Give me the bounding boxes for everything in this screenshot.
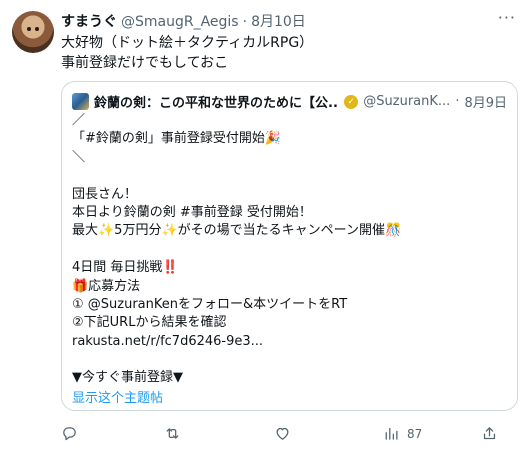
quoted-line: ／	[72, 113, 86, 128]
avatar-eye	[35, 27, 39, 31]
share-icon	[483, 427, 496, 440]
tweet-date[interactable]: 8月10日	[251, 11, 306, 31]
like-button[interactable]	[274, 425, 299, 442]
views-count: 87	[407, 426, 423, 441]
views-button[interactable]: 87	[382, 425, 422, 442]
action-bar: 87	[61, 425, 518, 449]
quoted-tweet[interactable]: 鈴蘭の剣：この平和な世界のために【公... ✓ @SuzuranK... · 8…	[61, 81, 518, 411]
reply-button[interactable]	[61, 425, 86, 442]
tweet-text: 大好物（ドット絵＋タクティカルRPG） 事前登録だけでもしておこ	[61, 33, 313, 73]
display-name[interactable]: すまうぐ	[61, 11, 117, 31]
quoted-line	[72, 241, 401, 259]
tweet-text-line: 事前登録だけでもしておこ	[61, 55, 229, 71]
quoted-line: ① @SuzuranKenをフォロー&本ツイートをRT	[72, 296, 348, 312]
quoted-line: ②下記URLから結果を確認	[72, 315, 227, 331]
heart-icon	[276, 427, 289, 440]
quoted-line: ＼	[72, 149, 86, 165]
quoted-line: ▼今すぐ事前登録▼	[72, 370, 183, 386]
quoted-line: rakusta.net/r/fc7d6246-9e3...	[72, 333, 264, 349]
quoted-line: 4日間 毎日挑戦‼️	[72, 260, 179, 276]
quoted-line: 「#鈴蘭の剣」事前登録受付開始🎉	[72, 131, 282, 147]
reply-icon	[63, 427, 76, 441]
tweet-text-line: 大好物（ドット絵＋タクティカルRPG）	[61, 35, 314, 51]
quoted-tweet-text: ／ 「#鈴蘭の剣」事前登録受付開始🎉 ＼ 団長さん！ 本日より鈴蘭の剣 #事前登…	[72, 112, 401, 388]
quoted-handle: @SuzuranK...	[363, 94, 451, 109]
tweet-header: すまうぐ @SmaugR_Aegis · 8月10日	[61, 11, 490, 31]
quoted-date: 8月9日	[464, 96, 507, 111]
quoted-line: 🎁応募方法	[72, 278, 141, 294]
quoted-line: 最大✨5万円分✨がその場で当たるキャンペーン開催🎊	[72, 223, 402, 239]
views-chart-icon	[385, 427, 398, 440]
separator: ·	[455, 94, 460, 109]
quoted-avatar	[72, 93, 89, 110]
show-thread-link[interactable]: 显示这个主题帖	[72, 387, 163, 406]
more-options-icon[interactable]: ···	[498, 8, 516, 27]
quoted-line: 団長さん！	[72, 186, 138, 202]
user-handle[interactable]: @SmaugR_Aegis	[121, 14, 239, 30]
retweet-icon	[166, 428, 179, 439]
retweet-button[interactable]	[164, 425, 189, 442]
share-button[interactable]	[481, 425, 498, 442]
quoted-display-name: 鈴蘭の剣：この平和な世界のために【公...	[94, 96, 340, 111]
quoted-line	[72, 351, 401, 369]
separator: ·	[242, 14, 248, 30]
quoted-line	[72, 167, 401, 185]
avatar[interactable]	[12, 11, 54, 53]
quoted-tweet-header: 鈴蘭の剣：この平和な世界のために【公... ✓ @SuzuranK... · 8…	[72, 92, 507, 111]
tweet[interactable]: すまうぐ @SmaugR_Aegis · 8月10日 ··· 大好物（ドット絵＋…	[0, 0, 530, 461]
avatar-eye	[27, 27, 31, 31]
verified-badge-icon: ✓	[344, 94, 359, 109]
quoted-line: 本日より鈴蘭の剣 #事前登録 受付開始！	[72, 204, 312, 220]
